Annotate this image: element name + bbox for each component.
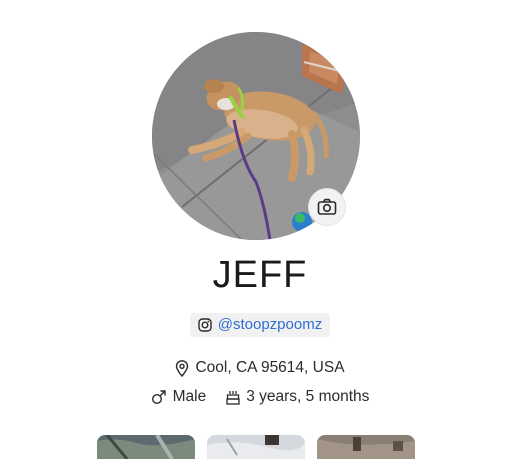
map-pin-icon: [175, 359, 189, 377]
sex-info: Male: [151, 387, 207, 407]
location-text: Cool, CA 95614, USA: [195, 359, 345, 376]
pet-details: Male 3 years, 5 months: [0, 387, 520, 407]
photo-thumbnail[interactable]: [207, 435, 305, 459]
avatar-container: [152, 32, 360, 240]
age-info: 3 years, 5 months: [226, 387, 369, 407]
male-symbol-icon: [151, 389, 167, 405]
change-photo-button[interactable]: [308, 188, 346, 226]
social-row: @stoopzpoomz: [0, 313, 520, 337]
instagram-icon: [198, 318, 212, 332]
photo-gallery: [97, 435, 427, 459]
photo-thumbnail[interactable]: [97, 435, 195, 459]
camera-icon: [317, 198, 337, 216]
age-text: 3 years, 5 months: [246, 388, 370, 405]
photo-thumbnail[interactable]: [317, 435, 415, 459]
instagram-handle[interactable]: @stoopzpoomz: [218, 313, 322, 337]
pet-name: JEFF: [212, 254, 308, 296]
sex-text: Male: [172, 388, 207, 405]
location: Cool, CA 95614, USA: [0, 358, 520, 378]
instagram-link[interactable]: @stoopzpoomz: [189, 313, 331, 337]
birthday-cake-icon: [226, 390, 240, 405]
pet-profile: JEFF @stoopzpoomz Cool, CA 95614, USA Ma…: [0, 0, 520, 459]
